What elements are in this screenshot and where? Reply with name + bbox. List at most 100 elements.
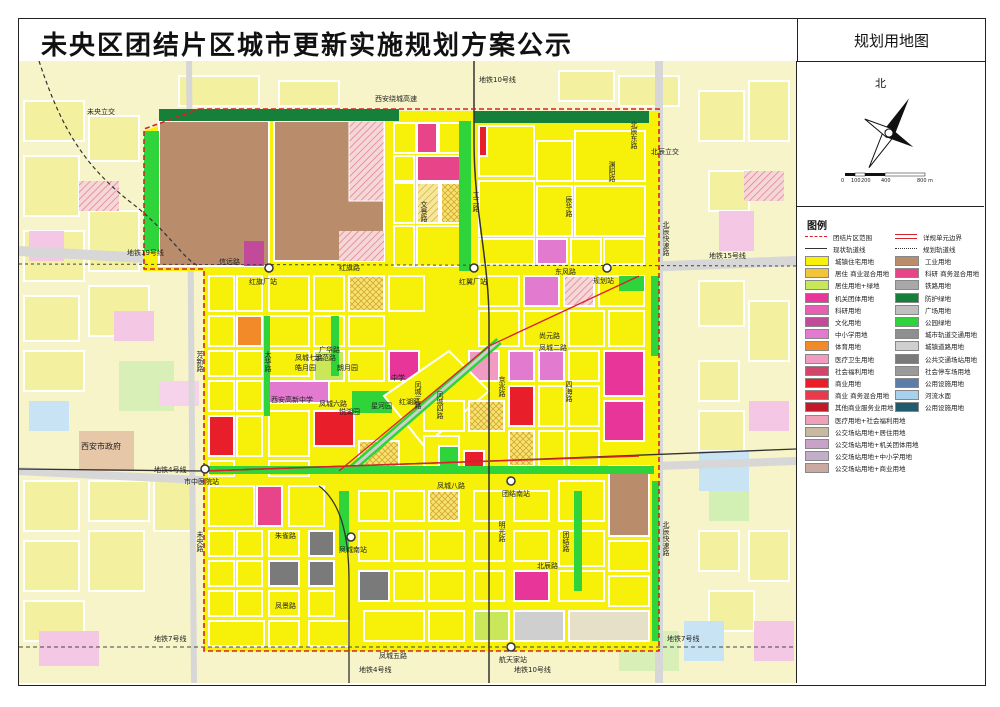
label-xinghe-park: 星河园 [371,402,392,410]
legend-item: 体育用地 [805,341,861,352]
legend-label: 体育用地 [835,343,861,352]
legend-item: 公交场站用地+居住用地 [805,426,905,437]
legend-item: 商业 商务混合用地 [805,390,889,401]
legend-item: 公交场站用地+中小学用地 [805,451,912,462]
scale-tick-2: 200 [861,178,871,184]
legend-swatch [805,280,829,291]
legend-item: 团结片区范围 [805,231,872,242]
legend-label: 团结片区范围 [833,233,872,242]
legend-label: 社会停车场用地 [925,367,971,376]
compass-box: 北 0 100 200 400 800 m [797,61,984,207]
legend-label: 公交场站用地+机关团体用地 [835,440,919,449]
legend-swatch [805,463,829,474]
legend-label: 商业 商务混合用地 [835,392,890,401]
legend-label: 公交场站用地+居住用地 [835,428,906,437]
scale-tick-1: 100 [851,178,861,184]
label-fengcheng5: 凤城五路 [379,652,407,660]
label-xian-gov: 西安市政府 [81,442,121,451]
legend-label: 公共交通场站用地 [925,355,977,364]
title-bar: 未央区团结片区城市更新实施规划方案公示 [18,18,798,62]
legend-label: 规划轨道线 [923,245,956,254]
label-metro15: 地铁15号线 [709,252,746,260]
legend-item: 居住 商业混合用地 [805,268,889,279]
label-beichen-expressway: 北辰快速路 [662,221,670,256]
legend-label: 公交场站用地+中小学用地 [835,453,912,462]
land-use-map[interactable]: 地铁10号线 未央立交 西安绕城高速 北辰立交 地铁19号线 地铁15号线 地铁… [19,61,797,683]
label-fangxin-rd: 芳新路 [196,351,204,372]
legend-swatch [895,353,919,364]
legend-swatch [895,390,919,401]
label-guihua-station: 规划站 [593,277,614,285]
label-metro4-bottom: 地铁4号线 [359,666,392,674]
legend-label: 公园绿地 [925,318,951,327]
legend-item: 工业用地 [895,255,951,266]
legend-item: 河流水面 [895,390,951,401]
label-hangtian-station: 航天家站 [499,656,527,664]
legend-label: 广场用地 [925,306,951,315]
scale-tick-3: 400 [881,178,891,184]
legend-item: 中小学用地 [805,329,868,340]
label-weiyang-interchange: 未央立交 [87,108,115,116]
label-shangyuan-rd: 尚元路 [539,332,560,340]
legend-item: 机关团体用地 [805,292,874,303]
legend-item: 广场用地 [895,304,951,315]
compass-icon [845,98,926,177]
legend-swatch [895,316,919,327]
legend-item: 城市轨道交通用地 [895,329,977,340]
legend-swatch [805,402,829,413]
scale-tick-0: 0 [841,178,845,184]
legend-swatch [805,316,829,327]
label-hongqi-station: 红旗厂站 [249,278,277,286]
label-beichen-expressway-2: 北辰快速路 [662,521,670,556]
legend-item: 科研用地 [805,304,861,315]
legend-swatch [805,451,829,462]
label-wenjing-rd: 文景路 [420,201,428,222]
legend-label: 社会福利用地 [835,367,874,376]
legend-label: 医疗用地+社会福利用地 [835,416,906,425]
legend-label: 商业用地 [835,379,861,388]
label-guanghua-rd: 广华路 [319,346,340,354]
legend-label: 城镇住宅用地 [835,257,874,266]
legend-label: 科研 商务混合用地 [925,270,980,279]
legend-label: 公用设施用地 [925,379,964,388]
legend-item: 居住用地+绿地 [805,280,879,291]
label-shizhongyi-station: 市中医院站 [184,478,219,486]
legend-item: 公用设施用地 [895,402,964,413]
scale-tick-4: 800 m [917,178,934,184]
legend-label: 防护绿地 [925,294,951,303]
legend-label: 居住 商业混合用地 [835,270,890,279]
legend-label: 居住用地+绿地 [835,282,880,291]
legend-item: 社会福利用地 [805,365,874,376]
label-mingguang-rd: 明光路 [498,521,506,542]
label-dongfeng-rd: 东风路 [555,268,576,276]
legend-label: 详规单元边界 [923,233,962,242]
legend-label: 城镇道路用地 [925,343,964,352]
legend-swatch [895,280,919,291]
legend-swatch [805,426,829,437]
legend-item: 铁路用地 [895,280,951,291]
legend-item: 规划轨道线 [895,243,956,254]
legend-swatch [805,236,827,237]
legend-label: 工业用地 [925,257,951,266]
legend-label: 公用设施用地 [925,404,964,413]
legend-swatch [895,255,919,266]
legend-swatch [805,248,827,250]
label-beichen-dong: 北辰东路 [630,121,638,149]
label-gonghe-rd: 工二路 [472,191,480,212]
legend-item: 公交场站用地+机关团体用地 [805,438,918,449]
legend-item: 公交场站用地+商业用地 [805,463,905,474]
label-school: 西安高新中学 [271,396,313,404]
label-hongqi-road: 红旗路 [339,264,360,272]
label-fengcheng8: 凤城八路 [437,482,465,490]
label-haoyue-park: 皓月园 [295,364,316,372]
legend-item: 公园绿地 [895,316,951,327]
legend-swatch [895,329,919,340]
legend-swatch [805,414,829,425]
legend-item: 文化用地 [805,316,861,327]
label-honghu-rd: 红湖路 [399,398,420,406]
legend-item: 其他商业服务业用地 [805,402,894,413]
legend-item: 防护绿地 [895,292,951,303]
legend-label: 铁路用地 [925,282,951,291]
label-fengcheng6: 凤城六路 [319,400,347,408]
label-fengcheng2: 凤城二路 [539,344,567,352]
